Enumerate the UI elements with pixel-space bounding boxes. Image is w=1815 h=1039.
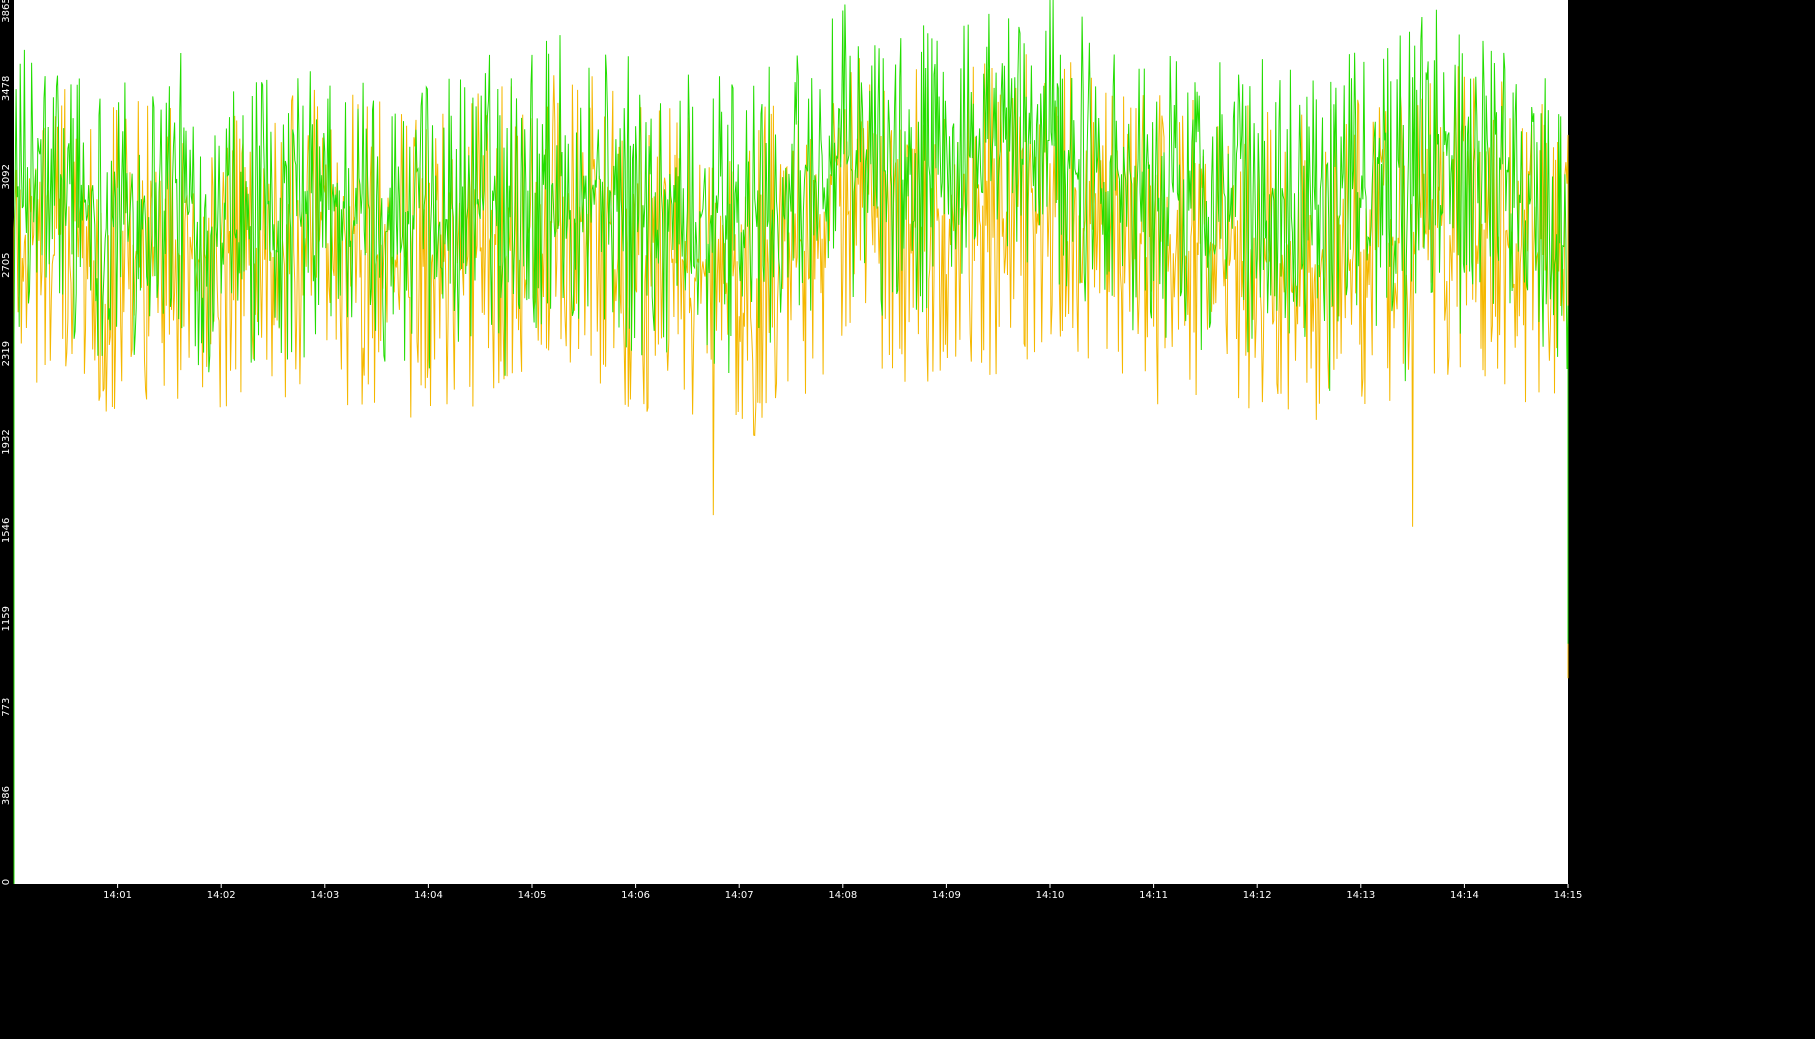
x-tick-label: 14:02	[207, 890, 236, 901]
y-tick-label: 773	[1, 698, 12, 717]
chart-container: 0 386 773 1159 1546 1932 2319 2705 3092 3478 3865 1…	[0, 0, 1815, 1039]
x-tick-label: 14:13	[1346, 890, 1375, 901]
x-tick-label: 14:06	[621, 890, 650, 901]
line-chart: 0 386 773 1159 1546 1932 2319 2705 3092 3478 3865 1…	[1, 0, 1583, 901]
x-tick-label: 14:05	[518, 890, 547, 901]
x-tick-label: 14:07	[725, 890, 754, 901]
y-tick-label: 2705	[1, 252, 12, 277]
x-tick-label: 14:14	[1450, 890, 1479, 901]
y-tick-label: 3865	[1, 0, 12, 23]
y-tick-label: 386	[1, 786, 12, 805]
y-tick-label: 0	[1, 879, 12, 885]
x-tick-label: 14:12	[1243, 890, 1272, 901]
x-tick-label: 14:04	[414, 890, 443, 901]
y-tick-label: 3478	[1, 76, 12, 101]
y-tick-label: 3092	[1, 164, 12, 189]
x-tick-label: 14:08	[828, 890, 857, 901]
x-tick-label: 14:15	[1554, 890, 1583, 901]
y-tick-label: 1159	[1, 606, 12, 631]
x-tick-label: 14:03	[310, 890, 339, 901]
x-tick-label: 14:09	[932, 890, 961, 901]
x-tick-label: 14:10	[1036, 890, 1065, 901]
x-tick-label: 14:11	[1139, 890, 1168, 901]
y-tick-label: 1546	[1, 518, 12, 543]
y-tick-label: 1932	[1, 429, 12, 454]
y-tick-label: 2319	[1, 341, 12, 366]
x-tick-label: 14:01	[103, 890, 132, 901]
